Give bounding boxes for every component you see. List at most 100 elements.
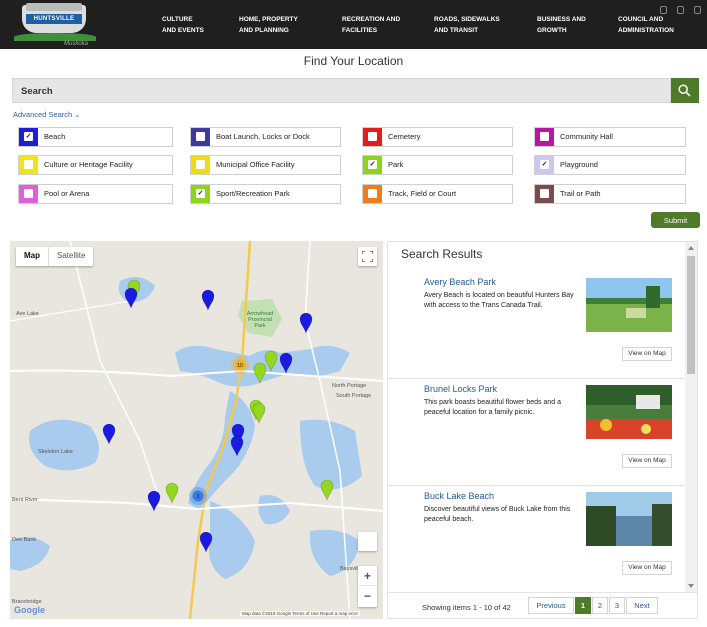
zoom-out-button[interactable]: − — [358, 586, 377, 606]
huntsville-logo[interactable]: HUNTSVILLE Muskoka — [12, 3, 98, 47]
result-photo — [586, 278, 672, 332]
park-marker-icon[interactable] — [165, 482, 179, 504]
beach-marker-icon[interactable] — [199, 531, 213, 553]
zoom-controls: + − — [358, 566, 377, 607]
map-tab[interactable]: Map — [16, 247, 48, 266]
checkmark-icon[interactable]: ✓ — [196, 189, 205, 198]
beach-marker-icon[interactable] — [230, 435, 244, 457]
category-checkbox[interactable]: Trail or Path — [534, 184, 686, 204]
nav-council-administration[interactable]: COUNCIL AND ADMINISTRATION — [618, 14, 674, 36]
zoom-in-button[interactable]: + — [358, 566, 377, 586]
print-icon[interactable] — [677, 6, 684, 14]
showing-items-text: Showing items 1 - 10 of 42 — [422, 603, 511, 612]
empty-checkbox[interactable] — [368, 189, 377, 198]
submit-button[interactable]: Submit — [651, 212, 700, 228]
category-label: Track, Field or Court — [388, 189, 457, 198]
fullscreen-button[interactable] — [358, 247, 377, 266]
park-marker-icon[interactable] — [252, 402, 266, 424]
map-markers: 10 3 — [102, 279, 334, 553]
search-icon — [678, 84, 691, 97]
cluster-count: 3 — [197, 494, 200, 500]
category-label: Boat Launch, Locks or Dock — [216, 132, 310, 141]
empty-checkbox[interactable] — [24, 160, 33, 169]
category-checkbox[interactable]: ✓ Beach — [18, 127, 173, 147]
logo-subtitle: Muskoka — [64, 41, 89, 47]
empty-checkbox[interactable] — [24, 189, 33, 198]
nav-recreation-facilities[interactable]: RECREATION AND FACILITIES — [342, 14, 400, 36]
pagination: Showing items 1 - 10 of 42 Previous 1 2 … — [388, 592, 697, 618]
advanced-search-toggle[interactable]: Advanced Search ⌄ — [13, 110, 80, 119]
category-checkbox[interactable]: Community Hall — [534, 127, 686, 147]
scroll-thumb[interactable] — [687, 256, 695, 374]
page-1-button[interactable]: 1 — [575, 597, 591, 614]
result-title[interactable]: Buck Lake Beach — [424, 491, 494, 501]
next-page-button[interactable]: Next — [626, 597, 658, 614]
scroll-down-icon[interactable] — [688, 584, 694, 588]
beach-marker-icon[interactable] — [147, 490, 161, 512]
result-title[interactable]: Brunel Locks Park — [424, 384, 497, 394]
satellite-tab[interactable]: Satellite — [48, 247, 93, 266]
nav-roads-sidewalks-transit[interactable]: ROADS, SIDEWALKS AND TRANSIT — [434, 14, 500, 36]
map-attribution[interactable]: Map data ©2019 Google Terms of Use Repor… — [240, 611, 361, 616]
category-color-swatch — [19, 156, 38, 174]
scroll-up-icon[interactable] — [688, 246, 694, 250]
street-view-pegman[interactable] — [358, 532, 377, 551]
previous-page-button[interactable]: Previous — [528, 597, 574, 614]
view-on-map-button[interactable]: View on Map — [622, 454, 672, 468]
empty-checkbox[interactable] — [540, 132, 549, 141]
beach-marker-icon[interactable] — [201, 289, 215, 311]
lock-icon[interactable] — [694, 6, 701, 14]
category-checkbox[interactable]: Pool or Arena — [18, 184, 173, 204]
page-title: Find Your Location — [303, 54, 404, 68]
result-description: This park boasts beautiful flower beds a… — [424, 399, 561, 416]
park-marker-icon[interactable] — [253, 362, 267, 384]
category-label: Playground — [560, 160, 598, 169]
category-checkbox[interactable]: Culture or Heritage Facility — [18, 155, 173, 175]
beach-marker-icon[interactable] — [102, 423, 116, 445]
page-3-button[interactable]: 3 — [609, 597, 625, 614]
result-title[interactable]: Avery Beach Park — [424, 277, 496, 287]
map-view[interactable]: Ave Lake Arrowhead Provincial Park North P… — [10, 241, 383, 619]
logo-name: HUNTSVILLE — [26, 14, 82, 24]
beach-marker-icon[interactable] — [279, 352, 293, 374]
nav-culture-events[interactable]: CULTURE AND EVENTS — [162, 14, 204, 36]
view-on-map-button[interactable]: View on Map — [622, 561, 672, 575]
category-checkbox[interactable]: Boat Launch, Locks or Dock — [190, 127, 341, 147]
search-input[interactable]: Search — [12, 78, 671, 103]
results-scrollbar[interactable] — [685, 242, 697, 592]
language-icon[interactable] — [660, 6, 667, 14]
map-type-toggle: Map Satellite — [16, 247, 94, 266]
result-photo — [586, 385, 672, 439]
search-results-panel: Search Results Avery Beach Park Avery Be… — [387, 241, 698, 619]
empty-checkbox[interactable] — [196, 160, 205, 169]
category-checkbox[interactable]: Cemetery — [362, 127, 513, 147]
park-marker-icon[interactable] — [320, 479, 334, 501]
checkmark-icon[interactable]: ✓ — [368, 160, 377, 169]
category-checkbox[interactable]: Municipal Office Facility — [190, 155, 341, 175]
park-marker-icon[interactable] — [264, 350, 278, 372]
utility-icons — [660, 6, 701, 14]
page-2-button[interactable]: 2 — [592, 597, 608, 614]
category-checkbox[interactable]: ✓ Park — [362, 155, 513, 175]
category-color-swatch: ✓ — [363, 156, 382, 174]
category-checkbox[interactable]: ✓ Sport/Recreation Park — [190, 184, 341, 204]
category-color-swatch — [363, 128, 382, 146]
beach-marker-icon[interactable] — [124, 287, 138, 309]
search-button[interactable] — [671, 78, 699, 103]
beach-marker-icon[interactable] — [299, 312, 313, 334]
logo-landscape — [14, 33, 96, 41]
view-on-map-button[interactable]: View on Map — [622, 347, 672, 361]
category-label: Park — [388, 160, 404, 169]
nav-business-growth[interactable]: BUSINESS AND GROWTH — [537, 14, 586, 36]
top-navigation: HUNTSVILLE Muskoka CULTURE AND EVENTS HO… — [0, 0, 707, 49]
category-checkbox[interactable]: ✓ Playground — [534, 155, 686, 175]
search-results-heading: Search Results — [401, 247, 483, 261]
category-checkbox[interactable]: Track, Field or Court — [362, 184, 513, 204]
empty-checkbox[interactable] — [540, 189, 549, 198]
result-description: Discover beautiful views of Buck Lake fr… — [424, 506, 571, 523]
checkmark-icon[interactable]: ✓ — [540, 160, 549, 169]
nav-home-property-planning[interactable]: HOME, PROPERTY AND PLANNING — [239, 14, 298, 36]
empty-checkbox[interactable] — [368, 132, 377, 141]
checkmark-icon[interactable]: ✓ — [24, 132, 33, 141]
empty-checkbox[interactable] — [196, 132, 205, 141]
